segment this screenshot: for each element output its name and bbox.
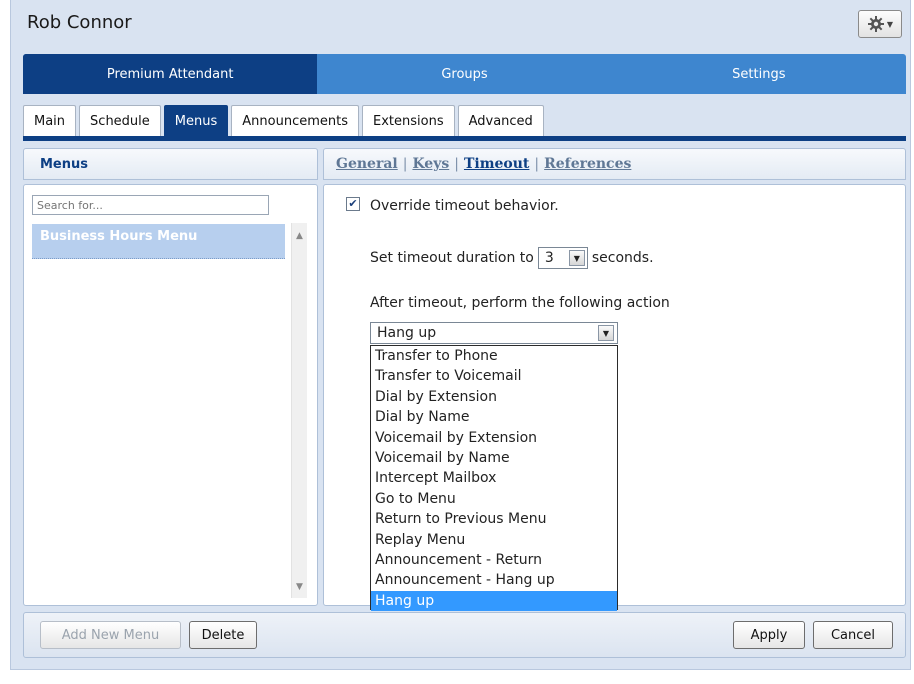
timeout-action-select[interactable]: Hang up ▼ — [370, 322, 618, 344]
detail-tab-references[interactable]: References — [544, 156, 631, 172]
option-voicemail-by-name[interactable]: Voicemail by Name — [371, 448, 617, 468]
option-intercept-mailbox[interactable]: Intercept Mailbox — [371, 468, 617, 488]
subtab-advanced[interactable]: Advanced — [457, 105, 544, 136]
checkmark-icon: ✔ — [348, 197, 358, 210]
settings-menu-button[interactable]: ▼ — [858, 10, 902, 38]
subtab-schedule[interactable]: Schedule — [79, 105, 161, 136]
option-hang-up[interactable]: Hang up — [371, 590, 617, 612]
timeout-action-options: Transfer to Phone Transfer to Voicemail … — [370, 345, 618, 612]
option-dial-by-extension[interactable]: Dial by Extension — [371, 387, 617, 407]
add-new-menu-button[interactable]: Add New Menu — [40, 621, 181, 649]
option-announcement-return[interactable]: Announcement - Return — [371, 550, 617, 570]
tab-settings[interactable]: Settings — [612, 54, 906, 94]
duration-suffix-label: seconds. — [591, 250, 654, 266]
option-announcement-hang-up[interactable]: Announcement - Hang up — [371, 570, 617, 590]
option-dial-by-name[interactable]: Dial by Name — [371, 407, 617, 427]
cancel-button[interactable]: Cancel — [813, 621, 893, 649]
menu-list-scrollbar[interactable]: ▲ ▼ — [291, 223, 307, 598]
chevron-down-icon: ▼ — [886, 19, 894, 29]
option-voicemail-by-extension[interactable]: Voicemail by Extension — [371, 428, 617, 448]
menu-list-item[interactable]: Business Hours Menu — [32, 224, 285, 259]
detail-tab-general[interactable]: General — [336, 156, 398, 172]
tab-separator: | — [534, 156, 540, 172]
tab-separator: | — [454, 156, 459, 172]
menu-search-input[interactable] — [32, 195, 269, 215]
tab-groups[interactable]: Groups — [317, 54, 611, 94]
menu-detail-panel: General | Keys | Timeout | References ✔ … — [323, 148, 906, 612]
subtab-extensions[interactable]: Extensions — [362, 105, 455, 136]
option-go-to-menu[interactable]: Go to Menu — [371, 489, 617, 509]
tab-premium-attendant[interactable]: Premium Attendant — [23, 54, 318, 94]
dropdown-arrow-icon[interactable]: ▼ — [568, 250, 585, 266]
option-transfer-to-voicemail[interactable]: Transfer to Voicemail — [371, 366, 617, 386]
menus-list-container: Business Hours Menu ▲ ▼ — [23, 184, 318, 606]
timeout-action-label: After timeout, perform the following act… — [370, 295, 670, 311]
subtab-main[interactable]: Main — [23, 105, 77, 136]
app-window: Rob Connor ▼ Premium Attendant Groups Se… — [10, 0, 911, 670]
scroll-up-arrow-icon[interactable]: ▲ — [296, 231, 303, 241]
scroll-down-arrow-icon[interactable]: ▼ — [296, 582, 303, 592]
gear-icon — [867, 16, 884, 32]
option-return-to-previous-menu[interactable]: Return to Previous Menu — [371, 509, 617, 529]
detail-tab-timeout[interactable]: Timeout — [464, 156, 529, 172]
subtab-announcements[interactable]: Announcements — [231, 105, 359, 136]
duration-value: 3 — [544, 250, 554, 266]
option-transfer-to-phone[interactable]: Transfer to Phone — [371, 346, 617, 366]
subtabs-divider — [23, 136, 906, 141]
footer-toolbar: Add New Menu Delete Apply Cancel — [23, 612, 906, 658]
detail-tabs: General | Keys | Timeout | References — [323, 148, 906, 180]
delete-button[interactable]: Delete — [189, 621, 257, 649]
timeout-settings: ✔ Override timeout behavior. Set timeout… — [323, 184, 906, 612]
option-replay-menu[interactable]: Replay Menu — [371, 530, 617, 550]
top-navigation: Premium Attendant Groups Settings — [23, 54, 906, 94]
timeout-duration-select[interactable]: 3 ▼ — [537, 247, 588, 269]
menus-panel-title: Menus — [23, 148, 318, 180]
user-name-title: Rob Connor — [27, 12, 132, 33]
menus-panel: Menus Business Hours Menu ▲ ▼ — [23, 148, 318, 606]
timeout-duration-row: Set timeout duration to 3 ▼ seconds. — [370, 247, 654, 269]
sub-tabs: Main Schedule Menus Announcements Extens… — [23, 105, 544, 136]
override-timeout-checkbox[interactable]: ✔ — [346, 197, 360, 211]
tab-separator: | — [402, 156, 408, 172]
override-timeout-label: Override timeout behavior. — [370, 198, 559, 214]
action-selected-value: Hang up — [377, 325, 437, 341]
duration-prefix-label: Set timeout duration to — [370, 250, 534, 266]
dropdown-arrow-icon[interactable]: ▼ — [598, 325, 614, 341]
subtab-menus[interactable]: Menus — [163, 105, 229, 136]
apply-button[interactable]: Apply — [733, 621, 805, 649]
title-bar: Rob Connor ▼ — [11, 0, 910, 50]
detail-tab-keys[interactable]: Keys — [412, 156, 449, 172]
